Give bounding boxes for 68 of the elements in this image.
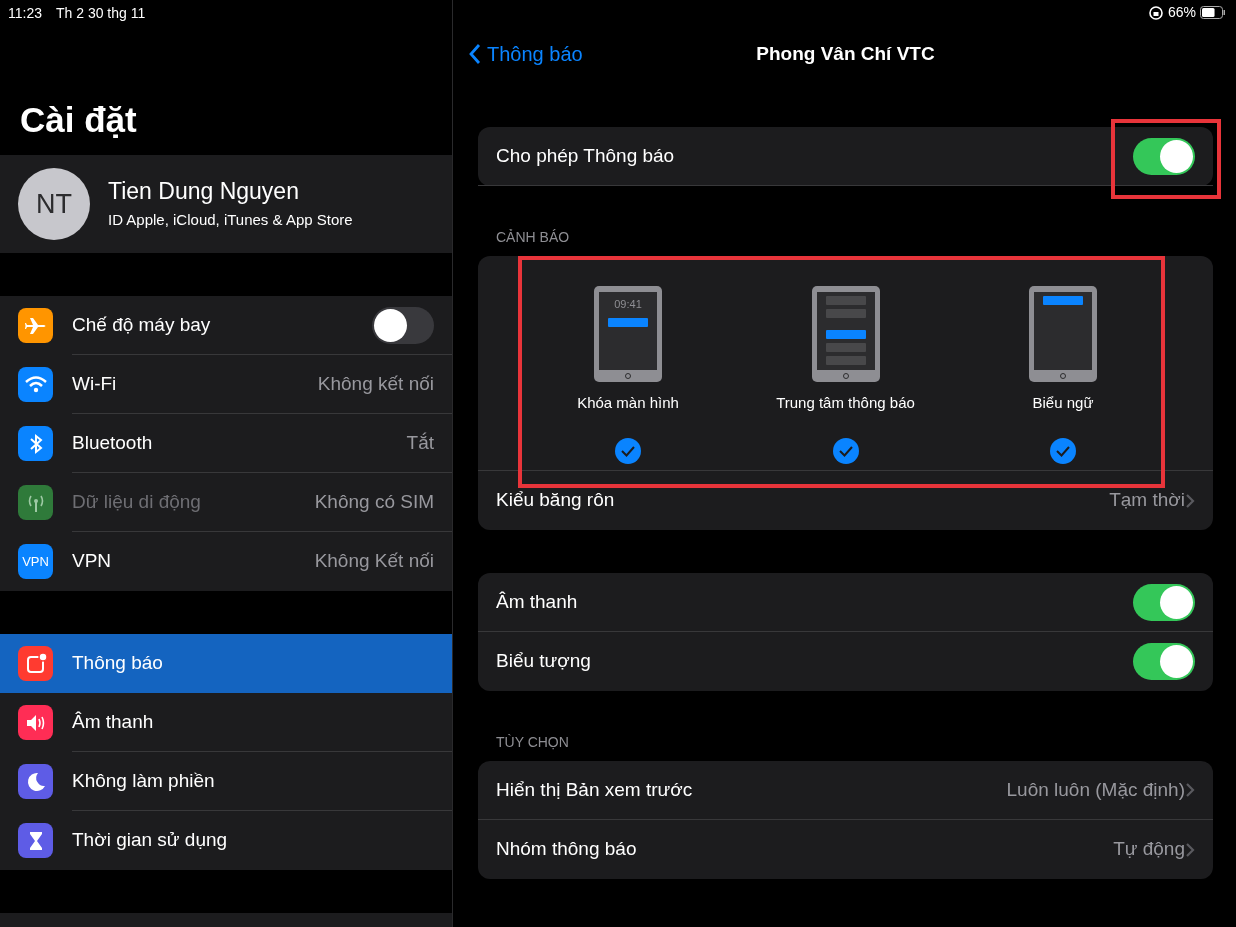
battery-percent: 66%	[1167, 3, 1196, 22]
row-label: Không làm phiền	[72, 768, 215, 793]
chevron-icon	[1185, 841, 1195, 858]
antenna-icon	[18, 485, 53, 520]
status-time: 11:23	[8, 4, 42, 23]
row-label: Biểu tượng	[496, 649, 591, 674]
row-value: Tạm thời	[1109, 488, 1185, 513]
toggle-switch[interactable]	[372, 306, 434, 344]
row-value: Không kết nối	[317, 371, 434, 396]
section-header: TÙY CHỌN	[495, 733, 570, 752]
settings-row[interactable]: Thời gian sử dụng	[0, 811, 452, 870]
row-label: Hiển thị Bản xem trước	[496, 777, 693, 802]
page-title: Cài đặt	[19, 99, 138, 141]
row-label: VPN	[72, 549, 112, 574]
row-label: Thời gian sử dụng	[72, 828, 228, 853]
settings-row[interactable]: Không làm phiền	[0, 752, 452, 811]
option-label: Khóa màn hình	[577, 393, 679, 413]
vpn-icon: VPN	[18, 544, 53, 579]
row-label: Dữ liệu di động	[72, 489, 201, 514]
row-label: Cho phép Thông báo	[496, 143, 675, 168]
avatar: NT	[18, 168, 90, 240]
notification-icon	[18, 646, 53, 681]
toggle-switch[interactable]	[1133, 583, 1195, 621]
row-label: Thông báo	[72, 651, 163, 676]
hourglass-icon	[18, 823, 53, 858]
row-label: Wi-Fi	[72, 371, 117, 396]
option-label: Biểu ngữ	[1032, 393, 1094, 413]
row-label: Âm thanh	[72, 709, 154, 734]
settings-row[interactable]: Chế độ máy bay	[0, 296, 452, 355]
clock-text: 09:41	[614, 298, 642, 310]
chevron-icon	[1185, 492, 1195, 509]
row-value: Tắt	[406, 430, 434, 455]
profile-row[interactable]: NT Tien Dung Nguyen ID Apple, iCloud, iTunes & App Store	[0, 155, 452, 253]
status-date: Th 2 30 thg 11	[56, 4, 146, 23]
profile-name: Tien Dung Nguyen	[108, 176, 300, 205]
row-value: Không Kết nối	[314, 549, 434, 574]
battery-icon	[1200, 6, 1226, 19]
section-header: CẢNH BÁO	[495, 228, 571, 247]
settings-row[interactable]: Âm thanh	[0, 693, 452, 752]
screen-title: Phong Vân Chí VTC	[756, 42, 935, 64]
back-button[interactable]: Thông báo	[468, 39, 583, 69]
moon-icon	[18, 764, 53, 799]
chevron-icon	[1185, 782, 1195, 798]
chevron-icon	[468, 43, 481, 65]
row-value: Tự động	[1113, 837, 1185, 862]
row-label: Bluetooth	[72, 430, 153, 455]
row-label: Kiểu băng rôn	[496, 488, 615, 513]
settings-row[interactable]: Thông báo	[0, 634, 452, 693]
wifi-icon	[18, 367, 53, 402]
row-label: Âm thanh	[496, 589, 578, 614]
settings-row[interactable]: VPN VPN Không Kết nối	[0, 532, 452, 591]
rotation-lock-icon	[1147, 4, 1164, 21]
row-label: Chế độ máy bay	[72, 312, 211, 337]
toggle-switch[interactable]	[1133, 643, 1195, 680]
checkmark-icon[interactable]	[831, 436, 860, 465]
row-value: Không có SIM	[314, 489, 434, 514]
settings-row[interactable]: Bluetooth Tắt	[0, 414, 452, 473]
option-label: Trung tâm thông báo	[776, 393, 915, 413]
settings-row[interactable]: Wi-Fi Không kết nối	[0, 355, 452, 414]
row-label: Nhóm thông báo	[496, 837, 637, 862]
profile-subtitle: ID Apple, iCloud, iTunes & App Store	[108, 209, 353, 230]
row-value: Luôn luôn (Mặc định)	[1006, 777, 1185, 802]
toggle-switch[interactable]	[1133, 137, 1195, 175]
checkmark-icon[interactable]	[1049, 436, 1077, 465]
bluetooth-icon	[18, 426, 53, 461]
speaker-icon	[18, 705, 53, 740]
checkmark-icon[interactable]	[614, 436, 642, 465]
airplane-icon	[18, 308, 53, 343]
